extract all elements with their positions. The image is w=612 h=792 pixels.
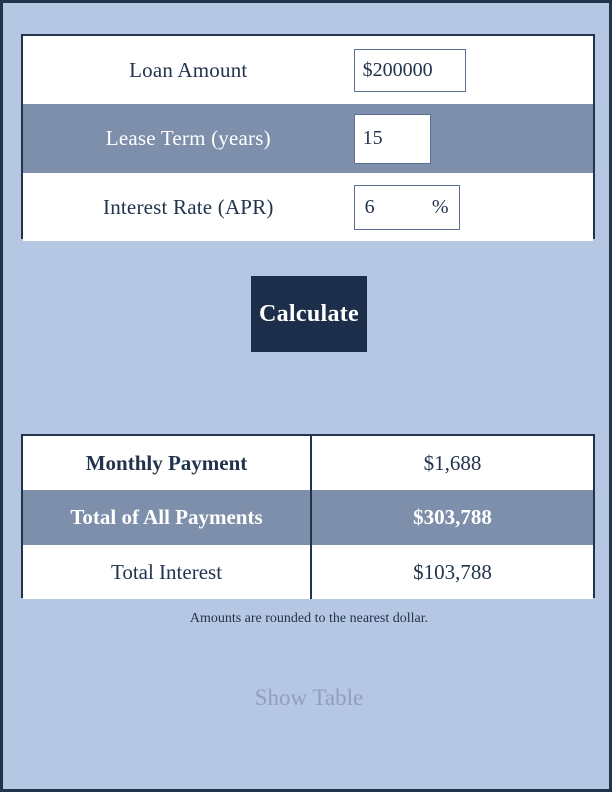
lease-term-input[interactable]: 15 (353, 113, 431, 164)
loan-amount-value: $200000 (362, 58, 433, 81)
loan-amount-label: Loan Amount (129, 57, 248, 82)
total-interest-value: $103,788 (413, 559, 492, 584)
table-row: Monthly Payment $1,688 (23, 436, 593, 490)
loan-calculator-page: Loan Amount $200000 Lease Term (years) 1… (0, 0, 612, 792)
total-payments-value: $303,788 (413, 505, 492, 529)
total-interest-label: Total Interest (23, 545, 312, 599)
interest-rate-input[interactable]: 6 % (353, 184, 460, 230)
show-table-link[interactable]: Show Table (3, 685, 612, 711)
calculate-button[interactable]: Calculate (251, 276, 367, 352)
table-row: Total Interest $103,788 (23, 545, 593, 599)
input-row-lease-term: Lease Term (years) 15 (23, 104, 593, 173)
interest-rate-value: 6 (364, 195, 375, 218)
interest-rate-control: 6 % (353, 184, 593, 230)
loan-amount-input[interactable]: $200000 (353, 48, 466, 92)
monthly-payment-value: $1,688 (423, 450, 482, 475)
loan-amount-control: $200000 (353, 48, 593, 92)
percent-sign: % (431, 195, 449, 218)
total-payments-label: Total of All Payments (23, 490, 312, 545)
input-row-loan-amount: Loan Amount $200000 (23, 36, 593, 104)
monthly-payment-label: Monthly Payment (23, 436, 312, 490)
lease-term-value: 15 (362, 127, 383, 149)
table-row: Total of All Payments $303,788 (23, 490, 593, 545)
interest-rate-label: Interest Rate (APR) (103, 194, 274, 219)
loan-inputs-table: Loan Amount $200000 Lease Term (years) 1… (21, 34, 595, 241)
lease-term-label: Lease Term (years) (105, 126, 271, 150)
lease-term-control: 15 (353, 113, 593, 164)
rounding-note: Amounts are rounded to the nearest dolla… (189, 611, 429, 626)
input-row-interest-rate: Interest Rate (APR) 6 % (23, 173, 593, 241)
results-table: Monthly Payment $1,688 Total of All Paym… (21, 434, 595, 599)
